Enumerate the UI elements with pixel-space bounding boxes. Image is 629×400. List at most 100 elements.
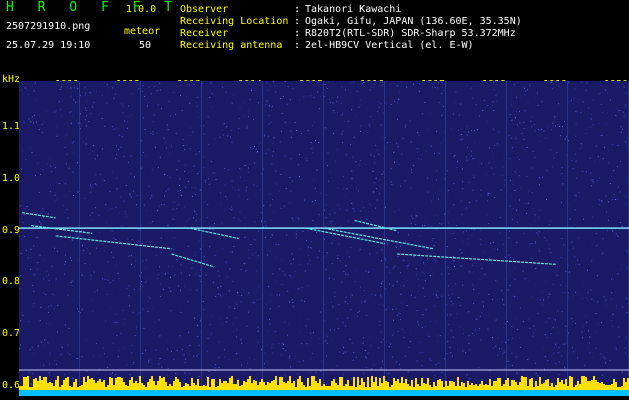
- noise-pixel: [401, 302, 403, 304]
- noise-pixel: [507, 339, 509, 341]
- noise-pixel: [310, 142, 312, 144]
- noise-pixel: [511, 137, 513, 139]
- noise-pixel: [46, 270, 48, 272]
- noise-pixel: [123, 323, 125, 324]
- activity-bar: [81, 385, 83, 390]
- noise-pixel: [47, 324, 49, 326]
- noise-pixel: [437, 297, 439, 298]
- noise-pixel: [336, 365, 338, 367]
- noise-pixel: [530, 120, 532, 122]
- noise-pixel: [473, 177, 475, 179]
- noise-pixel: [416, 360, 418, 362]
- noise-pixel: [86, 248, 88, 250]
- noise-pixel: [363, 82, 365, 83]
- noise-pixel: [289, 177, 291, 178]
- noise-pixel: [47, 306, 49, 308]
- noise-pixel: [71, 285, 73, 287]
- activity-bar: [207, 377, 209, 390]
- noise-pixel: [504, 179, 506, 181]
- activity-bar: [349, 386, 351, 390]
- noise-pixel: [531, 126, 533, 128]
- noise-pixel: [526, 176, 528, 177]
- noise-pixel: [228, 359, 230, 360]
- noise-pixel: [370, 345, 372, 347]
- noise-pixel: [423, 377, 425, 379]
- noise-pixel: [25, 249, 27, 251]
- noise-pixel: [257, 299, 259, 301]
- noise-pixel: [605, 362, 607, 364]
- noise-pixel: [572, 295, 574, 297]
- noise-pixel: [626, 312, 628, 314]
- activity-bar: [321, 386, 323, 390]
- activity-bar: [559, 382, 561, 390]
- noise-pixel: [465, 352, 467, 354]
- noise-pixel: [583, 281, 585, 283]
- activity-bar: [189, 386, 191, 390]
- noise-pixel: [447, 341, 449, 342]
- noise-pixel: [346, 188, 348, 190]
- activity-bar: [563, 384, 565, 390]
- noise-pixel: [418, 90, 420, 92]
- noise-pixel: [202, 300, 204, 302]
- noise-pixel: [503, 304, 505, 306]
- activity-bar: [257, 385, 259, 390]
- noise-pixel: [70, 82, 72, 84]
- noise-pixel: [160, 240, 162, 242]
- noise-pixel: [269, 323, 271, 325]
- noise-pixel: [450, 128, 452, 130]
- noise-pixel: [98, 113, 100, 115]
- noise-pixel: [129, 193, 131, 195]
- noise-pixel: [194, 255, 196, 257]
- noise-pixel: [85, 107, 86, 109]
- noise-pixel: [30, 268, 32, 270]
- noise-pixel: [311, 92, 313, 94]
- activity-bar: [67, 377, 69, 390]
- noise-pixel: [209, 246, 211, 248]
- noise-pixel: [369, 336, 371, 338]
- activity-bar: [351, 386, 353, 390]
- noise-pixel: [415, 268, 417, 270]
- noise-pixel: [535, 362, 536, 364]
- activity-bar: [571, 377, 573, 390]
- noise-pixel: [325, 269, 327, 271]
- noise-pixel: [30, 257, 32, 258]
- noise-pixel: [488, 376, 490, 378]
- activity-bar: [543, 383, 545, 390]
- noise-pixel: [30, 248, 32, 250]
- noise-pixel: [558, 103, 560, 105]
- noise-pixel: [452, 303, 454, 305]
- noise-pixel: [280, 131, 282, 132]
- noise-pixel: [269, 318, 270, 320]
- noise-pixel: [391, 184, 393, 185]
- noise-pixel: [173, 92, 175, 94]
- noise-pixel: [512, 337, 514, 339]
- noise-pixel: [76, 358, 78, 359]
- noise-pixel: [284, 321, 286, 323]
- noise-pixel: [465, 207, 467, 209]
- noise-pixel: [546, 170, 548, 171]
- noise-pixel: [608, 201, 609, 203]
- noise-pixel: [517, 329, 519, 330]
- noise-pixel: [359, 381, 361, 383]
- noise-pixel: [191, 262, 193, 264]
- noise-pixel: [152, 221, 154, 223]
- noise-pixel: [377, 105, 379, 107]
- noise-pixel: [517, 124, 518, 126]
- noise-pixel: [173, 218, 175, 220]
- noise-pixel: [23, 214, 25, 216]
- noise-pixel: [378, 282, 380, 284]
- activity-bar: [555, 385, 557, 390]
- noise-pixel: [315, 231, 317, 233]
- noise-pixel: [303, 360, 304, 362]
- noise-pixel: [170, 377, 172, 379]
- noise-pixel: [435, 179, 437, 181]
- activity-bar: [625, 382, 627, 390]
- noise-pixel: [439, 142, 441, 144]
- noise-pixel: [586, 171, 587, 173]
- noise-pixel: [434, 87, 436, 88]
- noise-pixel: [99, 355, 101, 357]
- noise-pixel: [117, 272, 119, 274]
- activity-bar: [567, 386, 569, 390]
- noise-pixel: [79, 113, 81, 115]
- noise-pixel: [331, 220, 333, 222]
